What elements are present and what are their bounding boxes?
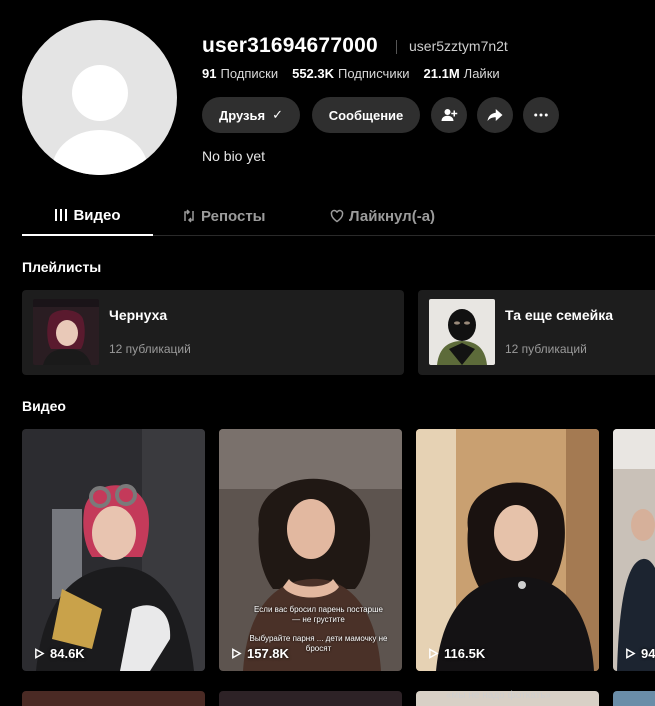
more-icon [534, 113, 548, 117]
more-button[interactable] [523, 97, 559, 133]
videos-heading: Видео [22, 398, 66, 414]
message-button[interactable]: Сообщение [312, 97, 420, 133]
check-icon: ✓ [272, 107, 284, 122]
video-thumbnail[interactable]: 84.6K [22, 429, 205, 671]
repost-icon [184, 209, 194, 223]
video-thumbnail-partial[interactable] [219, 691, 402, 706]
playlist-name: Чернуха [109, 307, 168, 323]
tab-liked[interactable]: Лайкнул(-а) [330, 196, 435, 236]
playlist-thumbnail-image [429, 299, 495, 365]
video-views: 116.5K [428, 646, 485, 661]
playlist-thumbnail [429, 299, 495, 365]
profile-bio: No bio yet [202, 148, 266, 164]
heart-icon [330, 209, 344, 223]
tab-liked-label: Лайкнул(-а) [349, 207, 436, 225]
video-thumbnail[interactable]: Ес 94 [613, 429, 655, 671]
tab-reposts-label: Репосты [201, 207, 266, 225]
profile-stats: 91 Подписки 552.3K Подписчики 21.1M Лайки [202, 66, 500, 81]
followers-count: 552.3K [292, 66, 335, 81]
playlist-count: 12 публикаций [505, 342, 587, 356]
add-friend-icon [441, 109, 458, 121]
play-icon [35, 648, 45, 659]
following-label: Подписки [220, 66, 279, 81]
tab-reposts[interactable]: Репосты [182, 196, 266, 236]
followers-label: Подписчики [338, 66, 410, 81]
likes-count: 21.1M [423, 66, 460, 81]
play-icon [626, 648, 636, 659]
friends-label: Друзья [218, 107, 266, 123]
playlist-card[interactable]: Чернуха 12 публикаций [22, 290, 404, 375]
video-views: 94 [625, 646, 655, 661]
name-separator [396, 40, 397, 54]
likes-label: Лайки [463, 66, 500, 81]
video-thumbnail-partial[interactable] [22, 691, 205, 706]
video-views: 84.6K [34, 646, 85, 661]
play-icon [232, 648, 242, 659]
profile-handle: user5zztym7n2t [409, 38, 508, 54]
video-views-count: 84.6K [50, 646, 85, 661]
play-icon [429, 648, 439, 659]
avatar-head-shape [72, 65, 128, 121]
video-thumbnail-image [416, 429, 599, 671]
tab-videos-label: Видео [73, 206, 121, 224]
video-views: 157.8K [231, 646, 289, 661]
playlist-name: Та еще семейка [505, 307, 614, 323]
playlist-thumbnail-image [33, 299, 99, 365]
profile-tabs: Видео Репосты Лайкнул(-а) [22, 196, 655, 236]
playlist-count: 12 публикаций [109, 342, 191, 356]
stat-followers[interactable]: 552.3K Подписчики [292, 66, 409, 81]
playlists-heading: Плейлисты [22, 259, 102, 275]
avatar-body-shape [52, 130, 148, 175]
following-count: 91 [202, 66, 217, 81]
video-views-count: 116.5K [444, 646, 486, 661]
stat-following[interactable]: 91 Подписки [202, 66, 278, 81]
profile-username: user31694677000 [202, 34, 378, 57]
playlist-card[interactable]: Та еще семейка 12 публикаций [418, 290, 655, 375]
video-views-count: 157.8K [247, 646, 289, 661]
video-thumbnail-partial[interactable] [613, 691, 655, 706]
video-thumbnail[interactable]: 116.5K [416, 429, 599, 671]
video-caption-line: Если вас бросил парень постарше — не гру… [254, 605, 383, 625]
share-icon [487, 109, 503, 121]
add-friend-button[interactable] [431, 97, 467, 133]
grid-icon [55, 209, 68, 221]
profile-avatar [22, 20, 177, 175]
playlist-thumbnail [33, 299, 99, 365]
video-overlay-text: «мы не надо фоткать» [446, 690, 551, 701]
tab-videos[interactable]: Видео [22, 196, 153, 236]
stat-likes: 21.1M Лайки [424, 66, 500, 81]
share-button[interactable] [477, 97, 513, 133]
video-views-count: 94 [641, 646, 655, 661]
video-thumbnail-image [22, 429, 205, 671]
friends-button[interactable]: Друзья ✓ [202, 97, 300, 133]
video-thumbnail[interactable]: Если вас бросил парень постарше — не гру… [219, 429, 402, 671]
video-thumbnail-image [613, 429, 655, 671]
